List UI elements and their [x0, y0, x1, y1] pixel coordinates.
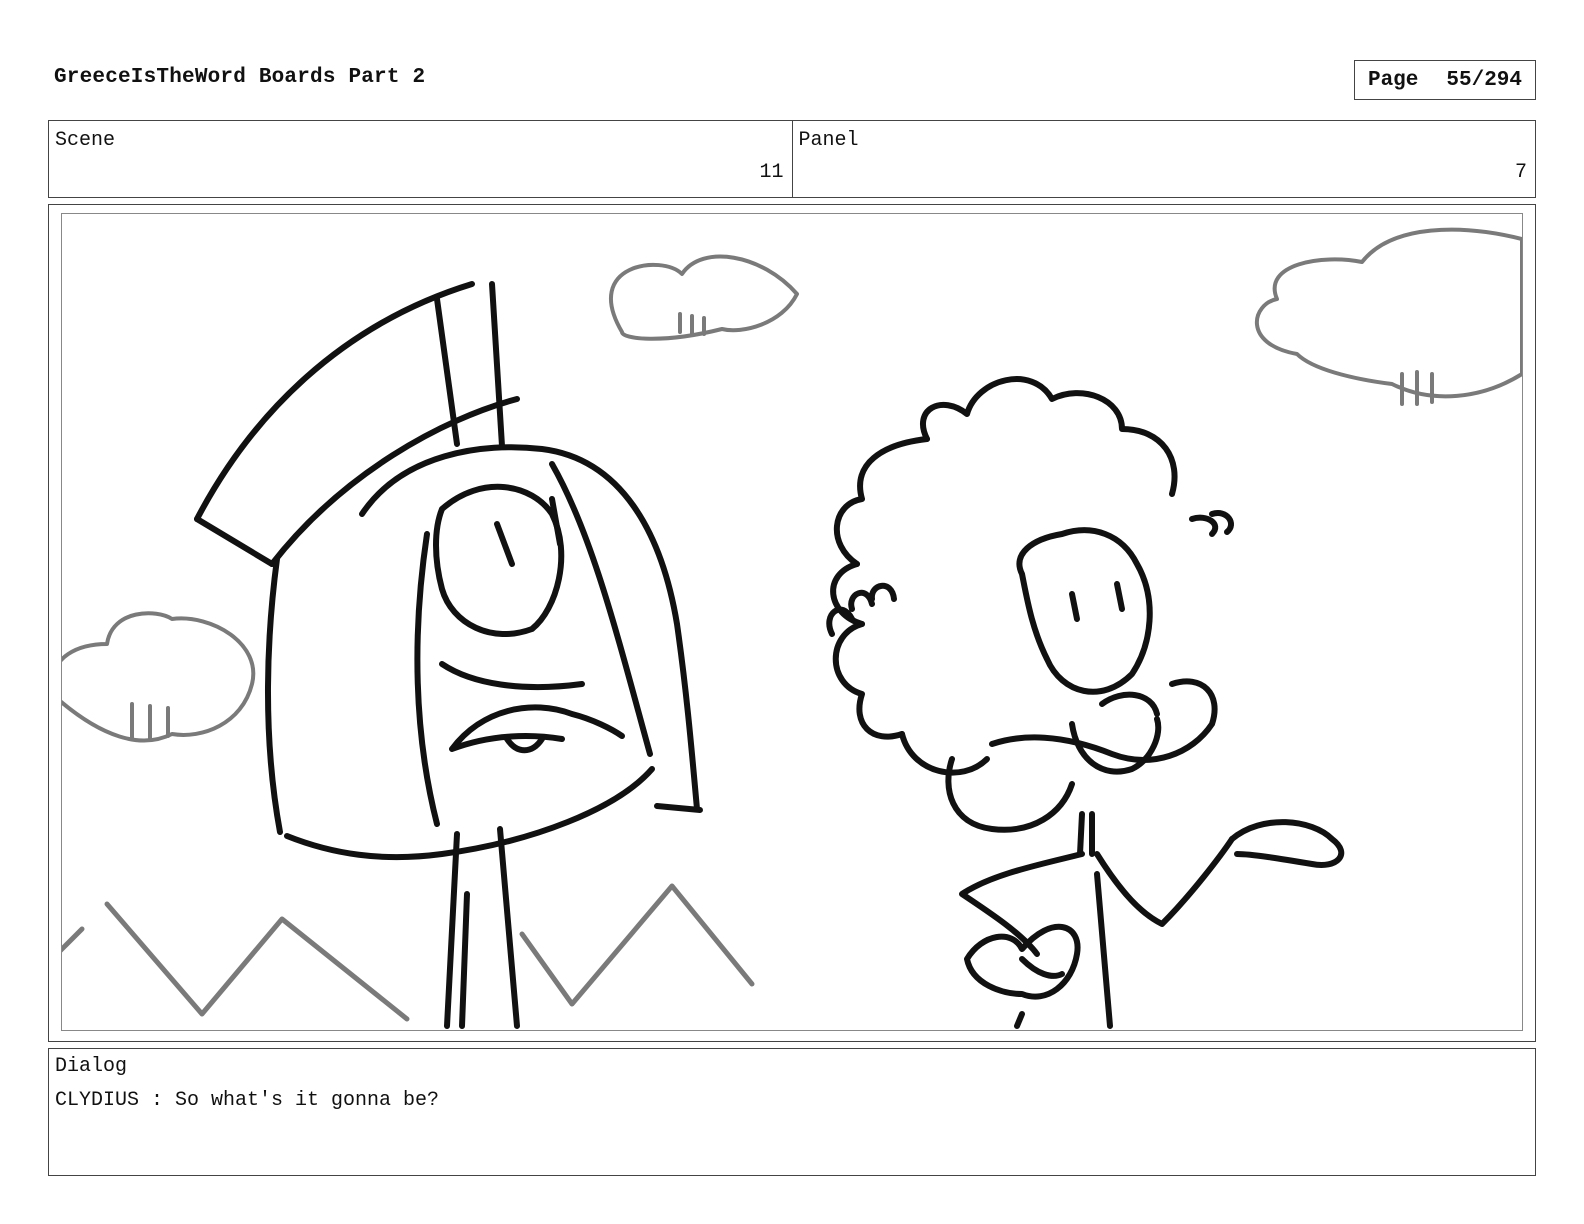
page-indicator: Page 55/294	[1354, 60, 1536, 100]
scene-number: 11	[759, 161, 784, 184]
dialog-box: Dialog CLYDIUS : So what's it gonna be?	[48, 1048, 1536, 1176]
page-number: 55/294	[1446, 68, 1523, 92]
scene-panel-info: Scene 11 Panel 7	[48, 120, 1536, 198]
cloud-sketch	[1255, 227, 1522, 406]
mountain-sketch	[62, 883, 755, 1022]
cloud-sketch	[62, 611, 256, 743]
dialog-text: CLYDIUS : So what's it gonna be?	[55, 1089, 440, 1112]
character-sketch	[826, 376, 1345, 1029]
character-sketch	[194, 281, 703, 1029]
panel-number: 7	[1514, 161, 1527, 184]
page-label: Page	[1367, 68, 1419, 92]
scene-label: Scene	[55, 129, 116, 152]
storyboard-panel-frame	[48, 204, 1536, 1042]
scene-cell: Scene 11	[49, 121, 792, 197]
panel-label: Panel	[798, 129, 859, 152]
storyboard-sketch	[62, 227, 1522, 1029]
panel-cell: Panel 7	[791, 121, 1536, 197]
dialog-label: Dialog	[55, 1055, 128, 1078]
storyboard-drawing-area	[61, 213, 1523, 1031]
cloud-sketch	[609, 254, 799, 341]
document-title: GreeceIsTheWord Boards Part 2	[54, 66, 426, 89]
